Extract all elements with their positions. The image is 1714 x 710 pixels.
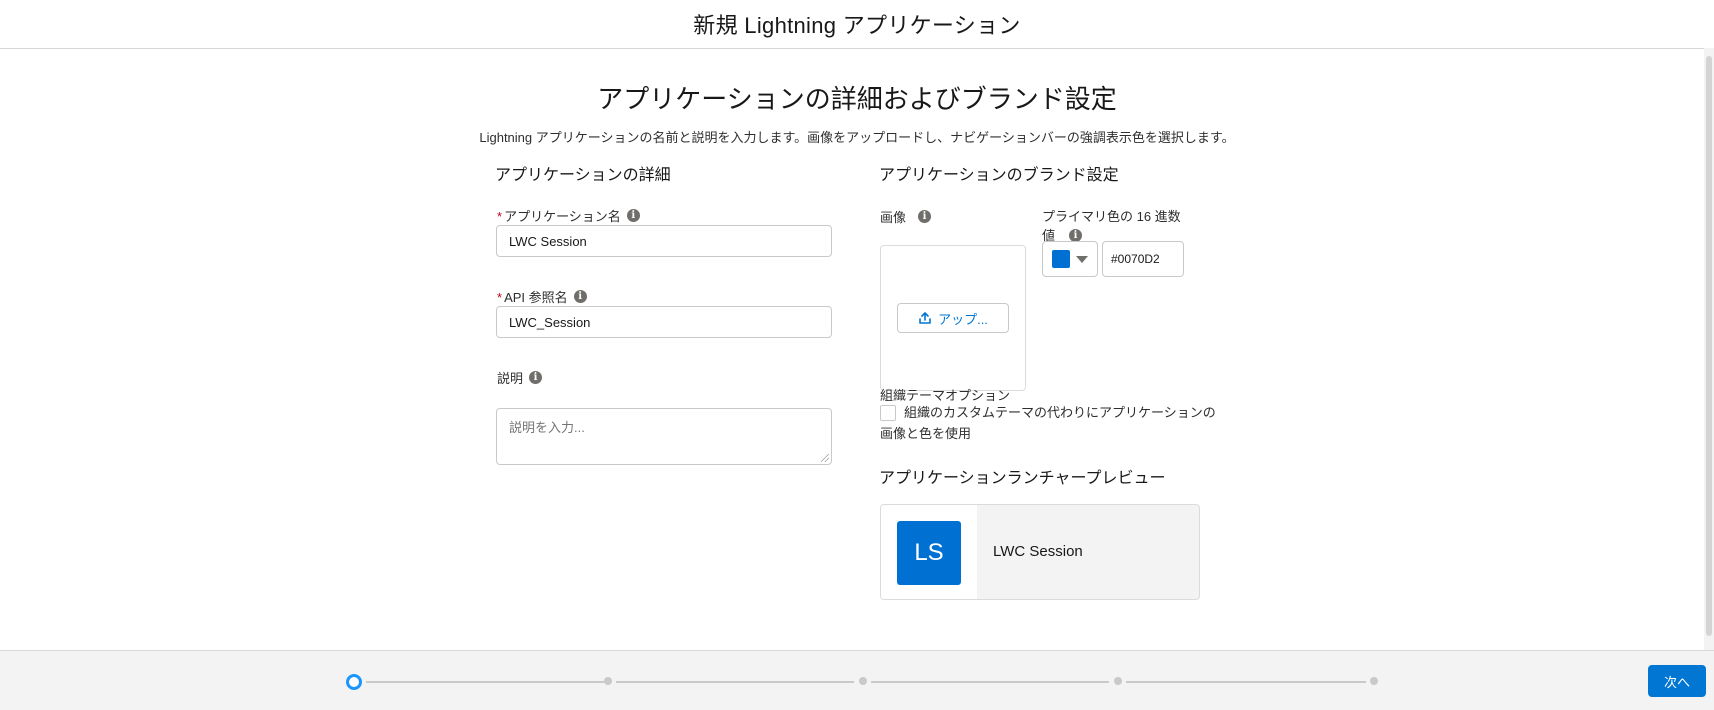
progress-track [366,681,604,683]
details-heading: アプリケーションの詳細 [495,167,671,184]
api-name-label-text: API 参照名 [504,290,568,305]
app-name-label: * アプリケーション名 i [497,206,640,225]
primary-color-hex-value: #0070D2 [1111,252,1160,266]
api-name-input[interactable]: LWC_Session [496,306,832,338]
progress-track [616,681,854,683]
preview-app-name: LWC Session [993,543,1083,560]
info-icon[interactable]: i [626,209,640,222]
resize-handle[interactable] [821,454,829,462]
upload-icon [919,312,931,324]
org-theme-checkbox-label-line1: 組織のカスタムテーマの代わりにアプリケーションの [904,405,1216,420]
description-label-text: 説明 [497,371,524,386]
api-name-label: * API 参照名 i [497,287,587,306]
required-mark: * [497,290,503,305]
color-swatch [1052,250,1070,268]
upload-button[interactable]: アップ... [897,303,1009,333]
next-button-label: 次へ [1663,674,1690,690]
progress-track [871,681,1109,683]
image-drop-zone[interactable]: アップ... [880,245,1026,391]
description-textarea[interactable]: 説明を入力... [496,408,832,465]
info-icon[interactable]: i [529,371,543,384]
preview-heading: アプリケーションランチャープレビュー [879,470,1166,487]
progress-step-1[interactable] [346,674,362,690]
scrollbar-thumb[interactable] [1706,56,1712,636]
upload-button-label: アップ... [938,311,988,327]
description-placeholder: 説明を入力... [509,420,585,435]
api-name-value: LWC_Session [509,314,591,330]
modal-header: 新規 Lightning アプリケーション [0,0,1714,49]
chevron-down-icon [1076,256,1088,263]
description-label: 説明 i [497,368,543,387]
progress-step-5[interactable] [1370,677,1378,685]
required-mark: * [497,209,503,224]
info-icon[interactable]: i [573,290,587,303]
app-name-label-text: アプリケーション名 [504,209,621,224]
branding-heading: アプリケーションのブランド設定 [879,167,1119,184]
primary-color-hex-input[interactable]: #0070D2 [1102,241,1184,277]
image-label: 画像 i [880,207,932,226]
app-launcher-preview: LS LWC Session [880,504,1200,600]
org-theme-checkbox-label-line2: 画像と色を使用 [880,426,972,441]
modal-footer: 次へ [0,650,1714,710]
page-title: アプリケーションの詳細およびブランド設定 [597,84,1117,114]
app-name-input[interactable]: LWC Session [496,225,832,257]
color-picker-button[interactable] [1042,241,1098,277]
progress-step-4[interactable] [1114,677,1122,685]
info-icon[interactable]: i [918,210,932,223]
org-theme-checkbox[interactable] [880,405,896,421]
progress-step-3[interactable] [859,677,867,685]
image-label-text: 画像 [880,210,907,225]
app-name-value: LWC Session [509,233,587,249]
scrollbar[interactable] [1704,48,1714,650]
primary-color-label: プライマリ色の 16 進数 値 i [1042,207,1181,245]
app-tile: LS [897,521,961,585]
next-button[interactable]: 次へ [1648,665,1706,697]
modal-body: アプリケーションの詳細およびブランド設定 Lightning アプリケーションの… [0,49,1704,650]
modal-title: 新規 Lightning アプリケーション [693,13,1021,38]
primary-color-label-line1: プライマリ色の 16 進数 [1042,209,1181,224]
page-subtitle: Lightning アプリケーションの名前と説明を入力します。画像をアップロード… [479,130,1235,145]
app-initials: LS [914,539,944,566]
progress-step-2[interactable] [604,677,612,685]
progress-track [1126,681,1366,683]
